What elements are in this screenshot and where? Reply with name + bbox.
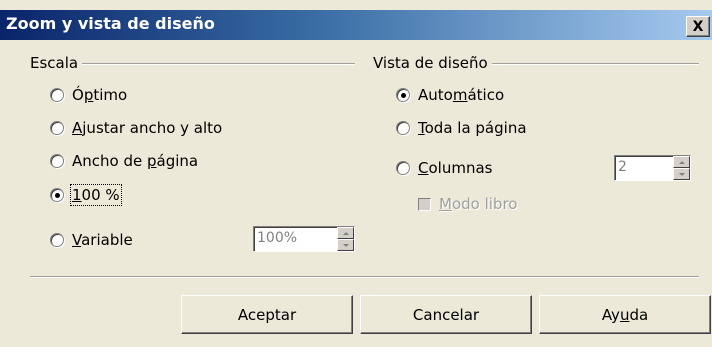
zoom-option-variable[interactable]: Variable xyxy=(50,231,133,249)
layout-option-columns[interactable]: Columnas xyxy=(396,159,492,177)
arrow-down-icon xyxy=(342,243,349,247)
spin-up-button[interactable] xyxy=(673,156,690,168)
checkbox-box xyxy=(418,197,431,211)
radio-icon xyxy=(50,88,64,102)
radio-icon xyxy=(50,121,64,135)
zoom-option-optimal[interactable]: Óptimo xyxy=(50,86,127,104)
spin-buttons xyxy=(337,227,354,251)
radio-label: Ajustar ancho y alto xyxy=(72,119,223,137)
arrow-down-icon xyxy=(678,172,685,176)
help-button[interactable]: Ayuda xyxy=(539,295,711,334)
zoom-option-100[interactable]: 100 % xyxy=(50,184,122,206)
columns-value[interactable]: 2 xyxy=(615,156,673,180)
ok-button[interactable]: Aceptar xyxy=(181,295,353,334)
dialog-title: Zoom y vista de diseño xyxy=(6,14,215,33)
help-button-label: Ayuda xyxy=(601,305,649,324)
button-separator xyxy=(30,276,699,278)
radio-icon xyxy=(50,233,64,247)
radio-icon xyxy=(50,154,64,168)
variable-zoom-value[interactable]: 100% xyxy=(254,227,337,251)
close-icon: X xyxy=(692,18,704,35)
radio-label: Columnas xyxy=(418,159,493,177)
spin-buttons xyxy=(673,156,690,180)
layout-option-single-page[interactable]: Toda la página xyxy=(396,119,527,137)
spin-down-button[interactable] xyxy=(337,239,354,251)
radio-label: Toda la página xyxy=(418,119,527,137)
radio-label: Óptimo xyxy=(72,86,128,104)
variable-zoom-spinbox[interactable]: 100% xyxy=(253,226,355,252)
layout-option-automatic[interactable]: Automático xyxy=(396,86,504,104)
cancel-button-label: Cancelar xyxy=(412,305,480,324)
radio-dot xyxy=(54,192,60,198)
zoom-group-label: Escala xyxy=(30,54,83,72)
radio-label: 100 % xyxy=(70,184,122,206)
close-button[interactable]: X xyxy=(686,16,710,37)
radio-label: Variable xyxy=(72,231,133,249)
zoom-option-fit-width[interactable]: Ancho de página xyxy=(50,152,198,170)
arrow-up-icon xyxy=(342,231,349,235)
layout-group-label: Vista de diseño xyxy=(373,54,492,72)
ok-button-label: Aceptar xyxy=(237,305,297,324)
arrow-up-icon xyxy=(678,160,685,164)
spin-up-button[interactable] xyxy=(337,227,354,239)
radio-icon xyxy=(50,188,64,202)
radio-label: Automático xyxy=(418,86,505,104)
radio-label: Ancho de página xyxy=(72,152,199,170)
title-bar: Zoom y vista de diseño X xyxy=(0,10,712,40)
columns-spinbox[interactable]: 2 xyxy=(614,155,691,181)
radio-icon xyxy=(396,161,410,175)
radio-dot xyxy=(400,92,406,98)
cancel-button[interactable]: Cancelar xyxy=(360,295,532,334)
book-mode-checkbox[interactable]: Modo libro xyxy=(418,195,517,213)
spin-down-button[interactable] xyxy=(673,168,690,180)
radio-icon xyxy=(396,88,410,102)
zoom-option-fit-width-height[interactable]: Ajustar ancho y alto xyxy=(50,119,222,137)
checkbox-label: Modo libro xyxy=(439,195,518,213)
radio-icon xyxy=(396,121,410,135)
